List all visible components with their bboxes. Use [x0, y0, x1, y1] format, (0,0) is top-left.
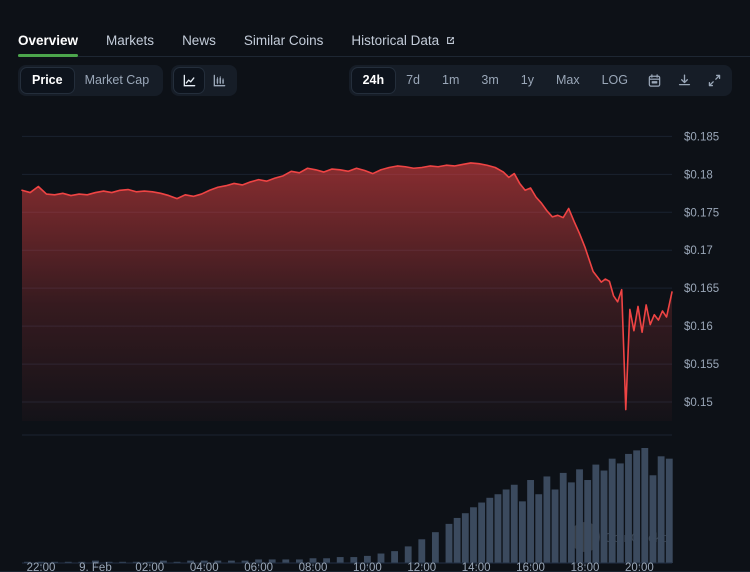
range-24h[interactable]: 24h [351, 67, 396, 93]
x-axis-label: 10:00 [353, 562, 382, 572]
range-3m[interactable]: 3m [470, 68, 509, 93]
volume-bar [282, 559, 290, 563]
tab-label: Historical Data [351, 33, 440, 48]
y-axis-label: $0.185 [684, 131, 719, 143]
tab-label: Similar Coins [243, 33, 324, 48]
range-group: 24h 7d 1m 3m 1y Max LOG [348, 64, 732, 96]
tab-label: News [182, 33, 216, 48]
volume-bar [551, 489, 559, 563]
candlestick-chart-icon[interactable] [204, 68, 234, 93]
y-axis-label: $0.175 [684, 207, 719, 219]
line-chart-icon[interactable] [174, 67, 205, 93]
x-axis-label: 14:00 [462, 562, 491, 572]
range-log[interactable]: LOG [591, 68, 639, 93]
volume-bar [453, 517, 461, 563]
x-axis-label: 04:00 [190, 562, 219, 572]
y-axis-label: $0.15 [684, 397, 713, 409]
volume-bar [431, 532, 439, 563]
volume-bar [625, 453, 632, 563]
volume-bar [391, 551, 399, 563]
tab-markets[interactable]: Markets [106, 33, 154, 57]
calendar-icon[interactable] [639, 68, 669, 93]
volume-bar [649, 475, 657, 563]
range-7d[interactable]: 7d [395, 68, 431, 93]
volume-bar [641, 448, 649, 563]
toolbar-left: Price Market Cap [18, 64, 238, 96]
volume-bar [584, 480, 592, 563]
volume-bar [633, 450, 641, 563]
volume-bar [502, 489, 510, 563]
download-icon[interactable] [669, 68, 699, 93]
chart-toolbar: Price Market Cap 24h 7d 1m 3m 1y Max LOG [0, 57, 750, 103]
tab-historical-data[interactable]: Historical Data [351, 33, 456, 57]
external-link-icon [447, 36, 455, 44]
metric-option-market-cap[interactable]: Market Cap [74, 68, 161, 93]
volume-bar [527, 480, 534, 563]
tab-news[interactable]: News [182, 33, 216, 57]
coin-chart-panel: Overview Markets News Similar Coins Historic… [0, 0, 750, 572]
price-area-fill [22, 162, 672, 421]
tab-label: Overview [18, 33, 79, 48]
tab-label: Markets [106, 33, 155, 48]
x-axis-label: 9. Feb [79, 562, 112, 572]
volume-bar [519, 501, 526, 563]
metric-option-price[interactable]: Price [21, 67, 74, 93]
volume-bar [543, 476, 551, 563]
tab-overview[interactable]: Overview [18, 33, 79, 57]
metric-toggle-group: Price Market Cap [18, 64, 164, 96]
volume-bar [535, 494, 543, 563]
chart-type-group [171, 64, 238, 96]
volume-bar [600, 470, 608, 563]
y-axis-label: $0.16 [684, 321, 713, 333]
x-axis-label: 20:00 [625, 562, 654, 572]
volume-bar [576, 469, 583, 563]
volume-bar [616, 463, 624, 563]
y-axis-label: $0.17 [684, 245, 713, 257]
volume-bar [608, 458, 616, 563]
volume-bar [510, 484, 518, 563]
tab-similar-coins[interactable]: Similar Coins [244, 33, 324, 57]
price-volume-chart[interactable]: $0.185 $0.18 $0.175 $0.17 $0.165 $0.16 $0.155 $… [0, 103, 750, 572]
volume-bar [461, 513, 469, 563]
toolbar-right: 24h 7d 1m 3m 1y Max LOG [348, 64, 732, 96]
tab-bar: Overview Markets News Similar Coins Historic… [0, 0, 750, 57]
volume-bar [336, 557, 344, 563]
volume-bar [559, 472, 567, 563]
x-axis-label: 16:00 [516, 562, 545, 572]
volume-bar [592, 464, 600, 563]
x-axis-label: 12:00 [407, 562, 436, 572]
volume-bar [470, 507, 477, 563]
volume-bar [567, 482, 575, 563]
y-axis-label: $0.165 [684, 283, 719, 295]
range-1y[interactable]: 1y [510, 68, 545, 93]
x-axis-label: 22:00 [27, 562, 56, 572]
range-max[interactable]: Max [545, 68, 591, 93]
x-axis-label: 18:00 [571, 562, 600, 572]
volume-bar [445, 523, 453, 563]
x-axis-label: 08:00 [299, 562, 328, 572]
x-axis-label: 02:00 [135, 562, 164, 572]
fullscreen-icon[interactable] [699, 68, 729, 93]
volume-bar [486, 497, 494, 563]
x-axis-label: 06:00 [244, 562, 273, 572]
y-axis-label: $0.155 [684, 359, 719, 371]
chart-area[interactable]: $0.185 $0.18 $0.175 $0.17 $0.165 $0.16 $0.155 $… [0, 103, 750, 572]
volume-bar [418, 539, 426, 563]
volume-bar [494, 494, 502, 563]
volume-bar [478, 502, 486, 563]
y-axis-label: $0.18 [684, 169, 713, 181]
volume-bar [657, 456, 665, 563]
volume-bar [665, 458, 673, 563]
volume-bar [404, 546, 412, 563]
range-1m[interactable]: 1m [431, 68, 470, 93]
